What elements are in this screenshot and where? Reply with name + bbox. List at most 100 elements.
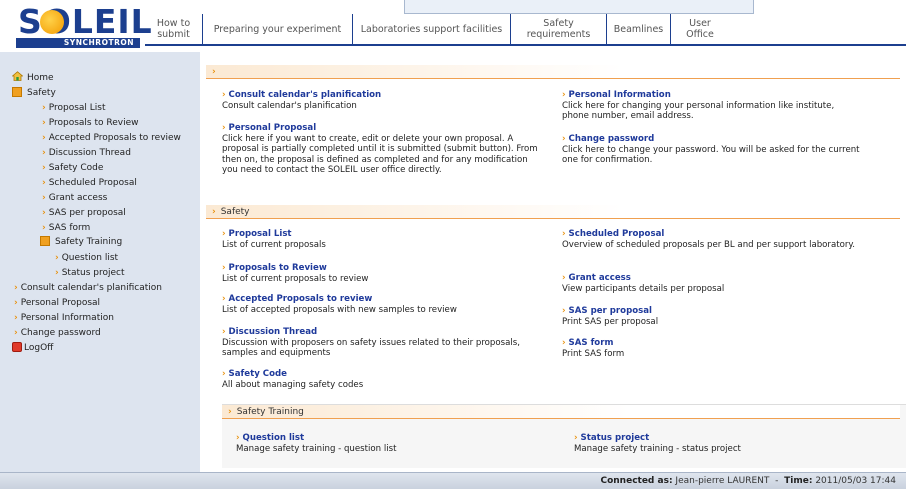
sas-per-proposal-link[interactable]: › SAS per proposal (562, 306, 862, 317)
site-header: SOLEIL SYNCHROTRON How to submit Prepari… (0, 0, 906, 50)
link-label: SAS form (568, 338, 614, 348)
sidebar-item-consult-calendar[interactable]: › Consult calendar's planification (14, 281, 162, 295)
link-block-discussion-thread: › Discussion Thread Discussion with propo… (222, 327, 522, 359)
link-label: Discussion Thread (228, 327, 318, 337)
link-description: Manage safety training - question list (236, 443, 397, 454)
soleil-logo[interactable]: SOLEIL SYNCHROTRON (14, 4, 152, 48)
logoff-icon (12, 341, 22, 352)
link-block-proposal-list: › Proposal List List of current proposals (222, 229, 542, 250)
personal-proposal-link[interactable]: › Personal Proposal (222, 123, 544, 134)
sidebar-item-sas-per-proposal[interactable]: › SAS per proposal (42, 206, 126, 220)
sidebar-item-safety-code[interactable]: › Safety Code (42, 161, 103, 175)
chevron-right-icon: › (228, 407, 232, 417)
link-description: Click here for changing your personal in… (562, 100, 835, 122)
footer-separator: - (775, 476, 779, 486)
link-description: All about managing safety codes (222, 379, 364, 390)
link-label: Consult calendar's planification (228, 90, 382, 100)
link-description: List of current proposals to review (222, 273, 369, 284)
nav-safety-requirements[interactable]: Safety requirements (511, 14, 607, 44)
sidebar-item-accepted-proposals[interactable]: › Accepted Proposals to review (42, 131, 181, 145)
sidebar-item-sas-form[interactable]: › SAS form (42, 221, 90, 235)
link-block-sas-form: › SAS form Print SAS form (562, 338, 862, 359)
header-divider (145, 44, 906, 46)
sidebar-item-personal-information[interactable]: › Personal Information (14, 311, 114, 325)
logo-word: SOLEIL (18, 2, 153, 41)
link-block-personal-information: › Personal Information Click here for cha… (562, 90, 862, 122)
sidebar-item-logoff[interactable]: LogOff (12, 341, 53, 355)
nav-beamlines[interactable]: Beamlines (607, 14, 671, 44)
personal-information-link[interactable]: › Personal Information (562, 90, 862, 101)
nav-laboratories-support[interactable]: Laboratories support facilities (353, 14, 511, 44)
sidebar-item-label: Status project (61, 268, 125, 278)
section-title: Safety Training (236, 407, 304, 417)
nav-preparing-experiment[interactable]: Preparing your experiment (203, 14, 353, 44)
sidebar-item-label: SAS per proposal (48, 208, 126, 218)
link-description: Print SAS per proposal (562, 316, 659, 327)
link-block-personal-proposal: › Personal Proposal Click here if you wan… (222, 123, 544, 176)
grant-access-link[interactable]: › Grant access (562, 273, 862, 284)
link-label: Question list (242, 433, 305, 443)
link-description: List of accepted proposals with new samp… (222, 304, 457, 315)
sidebar-item-label: SAS form (48, 223, 91, 233)
sidebar-item-grant-access[interactable]: › Grant access (42, 191, 107, 205)
accepted-proposals-link[interactable]: › Accepted Proposals to review (222, 294, 542, 305)
sas-form-link[interactable]: › SAS form (562, 338, 862, 349)
status-footer: Connected as: Jean-pierre LAURENT - Time… (0, 472, 906, 489)
sidebar-item-label: Safety Training (55, 237, 123, 247)
discussion-thread-link[interactable]: › Discussion Thread (222, 327, 522, 338)
link-block-grant-access: › Grant access View participants details … (562, 273, 862, 294)
question-list-link[interactable]: › Question list (236, 433, 536, 444)
link-label: Grant access (568, 273, 631, 283)
section-header-safety-training: › Safety Training (222, 405, 900, 419)
sidebar-item-label: Consult calendar's planification (20, 283, 162, 293)
consult-calendar-link[interactable]: › Consult calendar's planification (222, 90, 562, 101)
sidebar-item-label: Question list (61, 253, 119, 263)
sidebar: Home Safety › Proposal List › Proposals to… (0, 52, 200, 472)
folder-icon (40, 235, 50, 246)
nav-how-to-submit[interactable]: How to submit (145, 14, 203, 44)
link-block-change-password: › Change password Click here to change yo… (562, 134, 862, 166)
change-password-link[interactable]: › Change password (562, 134, 862, 145)
link-label: Change password (568, 134, 655, 144)
link-block-status-project: › Status project Manage safety training -… (574, 433, 874, 454)
proposal-list-link[interactable]: › Proposal List (222, 229, 542, 240)
sidebar-item-safety[interactable]: Safety (12, 86, 56, 100)
link-label: Accepted Proposals to review (228, 294, 373, 304)
sidebar-item-label: LogOff (24, 343, 54, 353)
sidebar-item-personal-proposal[interactable]: › Personal Proposal (14, 296, 100, 310)
nav-user-office[interactable]: User Office (671, 14, 729, 44)
link-description: Discussion with proposers on safety issu… (222, 337, 520, 359)
time-label: Time: (784, 476, 813, 486)
sidebar-item-label: Change password (20, 328, 101, 338)
folder-icon (12, 86, 22, 97)
safety-code-link[interactable]: › Safety Code (222, 369, 542, 380)
connected-as-label: Connected as: (600, 476, 673, 486)
logo-subtitle: SYNCHROTRON (16, 38, 140, 48)
sidebar-item-label: Home (27, 73, 54, 83)
link-label: Status project (580, 433, 650, 443)
home-icon (12, 71, 23, 81)
sidebar-item-home[interactable]: Home (12, 70, 54, 84)
link-description: Click here to change your password. You … (562, 144, 860, 166)
link-block-accepted-proposals: › Accepted Proposals to review List of ac… (222, 294, 542, 315)
status-project-link[interactable]: › Status project (574, 433, 874, 444)
link-label: Proposal List (228, 229, 292, 239)
link-description: View participants details per proposal (562, 283, 725, 294)
sidebar-item-proposal-list[interactable]: › Proposal List (42, 101, 106, 115)
sidebar-item-scheduled-proposal[interactable]: › Scheduled Proposal (42, 176, 137, 190)
sidebar-item-proposals-to-review[interactable]: › Proposals to Review (42, 116, 138, 130)
sidebar-item-safety-training[interactable]: Safety Training (40, 235, 122, 249)
sidebar-item-discussion-thread[interactable]: › Discussion Thread (42, 146, 131, 160)
link-label: Personal Proposal (228, 123, 317, 133)
proposals-to-review-link[interactable]: › Proposals to Review (222, 263, 542, 274)
chevron-right-icon: › (212, 207, 216, 217)
link-block-proposals-to-review: › Proposals to Review List of current pro… (222, 263, 542, 284)
scheduled-proposal-link[interactable]: › Scheduled Proposal (562, 229, 862, 240)
link-block-question-list: › Question list Manage safety training - … (236, 433, 536, 454)
sidebar-item-change-password[interactable]: › Change password (14, 326, 101, 340)
sidebar-item-label: Personal Proposal (20, 298, 101, 308)
sidebar-item-label: Personal Information (20, 313, 114, 323)
sidebar-item-status-project[interactable]: › Status project (55, 266, 125, 280)
sidebar-item-question-list[interactable]: › Question list (55, 251, 118, 265)
sidebar-item-label: Safety Code (48, 163, 104, 173)
